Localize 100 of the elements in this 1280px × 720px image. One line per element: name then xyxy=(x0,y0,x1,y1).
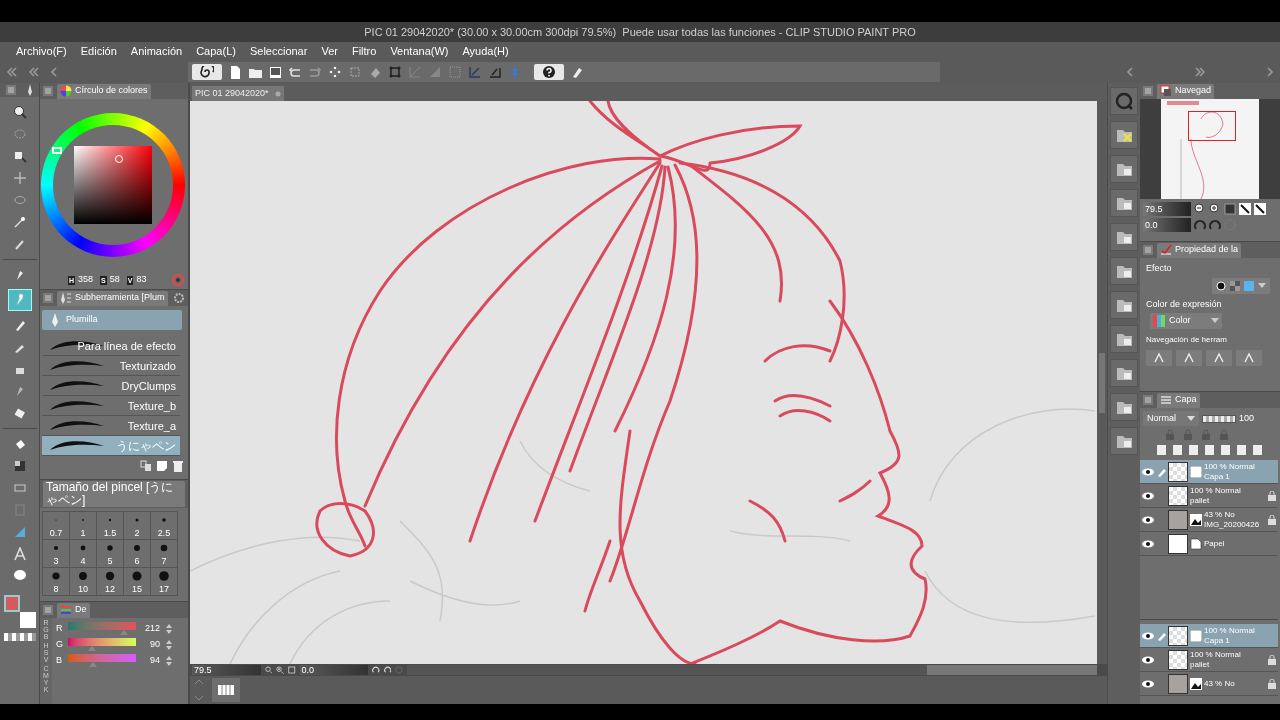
panel-button[interactable] xyxy=(1110,189,1138,217)
panel-tab[interactable]: Círculo de colores xyxy=(57,83,151,99)
ruler-snap-icon[interactable] xyxy=(488,65,502,79)
brush-size-cell[interactable]: 2 xyxy=(124,512,151,540)
timeline-button[interactable] xyxy=(212,678,240,702)
panel-button[interactable] xyxy=(1110,359,1138,387)
layer-row[interactable]: 100 % Normal pallet xyxy=(1140,648,1278,672)
eye-icon[interactable] xyxy=(1142,491,1154,500)
menu-item[interactable]: Capa(L) xyxy=(196,43,236,60)
panel-tab[interactable]: Propiedad de la xyxy=(1157,242,1242,258)
color-slider-track[interactable] xyxy=(68,638,136,652)
document-tab[interactable]: PIC 01 29042020* xyxy=(192,86,284,101)
layer-row[interactable]: 43 % No IMG_20200426 xyxy=(1140,508,1278,532)
eye-icon[interactable] xyxy=(1142,655,1154,664)
tool-navigation-button[interactable] xyxy=(1236,350,1262,366)
collapse-icon[interactable] xyxy=(28,66,40,78)
panel-button[interactable] xyxy=(1110,87,1138,115)
brush-size-cell[interactable]: 1.5 xyxy=(97,512,124,540)
redo-icon[interactable] xyxy=(308,65,322,79)
copy-icon[interactable] xyxy=(140,460,152,472)
brush-size-cell[interactable]: 0.7 xyxy=(43,512,70,540)
transform-icon[interactable] xyxy=(388,65,402,79)
transparent-swatch[interactable] xyxy=(3,633,36,641)
sub-color-swatch[interactable] xyxy=(19,612,36,628)
brush-icon[interactable] xyxy=(570,65,584,79)
scroll-arrows-icon[interactable] xyxy=(194,678,204,702)
expression-dropdown[interactable]: Color xyxy=(1150,313,1222,329)
spinner-icon[interactable] xyxy=(166,640,172,650)
hue-handle[interactable] xyxy=(52,147,62,154)
panel-menu-icon[interactable] xyxy=(5,85,16,95)
fit-icon[interactable] xyxy=(1224,203,1236,215)
opacity-fill[interactable] xyxy=(1203,415,1235,422)
eye-icon[interactable] xyxy=(1142,631,1154,640)
rotate-right-icon[interactable] xyxy=(1209,219,1221,231)
number-field[interactable]: 0.0 xyxy=(299,665,369,675)
blend-mode-dropdown[interactable]: Normal xyxy=(1143,411,1199,426)
brush-size-cell[interactable]: 1 xyxy=(70,512,97,540)
color-slider-track[interactable] xyxy=(68,654,136,668)
layer-row[interactable]: 100 % Normal pallet xyxy=(1140,484,1278,508)
panel-button[interactable] xyxy=(1110,223,1138,251)
viewport-frame[interactable] xyxy=(1188,111,1236,141)
menu-item[interactable]: Filtro xyxy=(351,43,377,60)
new-file-icon[interactable] xyxy=(156,460,168,472)
brush-size-cell[interactable]: 12 xyxy=(97,568,124,596)
eye-icon[interactable] xyxy=(1142,539,1154,548)
panel-tab[interactable]: Capa xyxy=(1157,392,1200,408)
lock-icon[interactable] xyxy=(1268,678,1276,689)
angle-field[interactable]: 0.0 xyxy=(1143,218,1191,232)
tool-navigation-button[interactable] xyxy=(1176,350,1202,366)
effect-selector[interactable] xyxy=(1212,277,1270,294)
brush-size-cell[interactable]: 3 xyxy=(43,540,70,568)
lock-icon[interactable] xyxy=(1268,514,1276,525)
eye-icon[interactable] xyxy=(1142,679,1154,688)
color-slider-track[interactable] xyxy=(68,622,136,636)
tool-navigation-button[interactable] xyxy=(1146,350,1172,366)
collapse-icon[interactable] xyxy=(6,66,18,78)
menu-item[interactable]: Ventana(W) xyxy=(390,43,449,60)
chevron-left-icon[interactable] xyxy=(1126,66,1134,78)
menu-item[interactable]: Seleccionar xyxy=(249,43,308,60)
main-color-swatch[interactable] xyxy=(3,595,20,612)
layer-row[interactable]: 43 % No xyxy=(1140,672,1278,696)
zoom-field[interactable]: 79.5 xyxy=(1143,202,1191,216)
panel-button[interactable] xyxy=(1110,257,1138,285)
panel-button[interactable] xyxy=(1110,427,1138,455)
brush-size-cell[interactable]: 8 xyxy=(43,568,70,596)
brush-size-cell[interactable]: 15 xyxy=(124,568,151,596)
lock-icon[interactable] xyxy=(1268,490,1276,501)
tool-navigation-button[interactable] xyxy=(1206,350,1232,366)
rotate-left-icon[interactable] xyxy=(372,665,380,675)
eye-icon[interactable] xyxy=(1142,515,1154,524)
layer-row[interactable]: 100 % Normal Capa 1 xyxy=(1140,460,1278,484)
lock-icon[interactable] xyxy=(1268,654,1276,665)
panel-button[interactable] xyxy=(1110,393,1138,421)
menu-item[interactable]: Animación xyxy=(130,43,183,60)
chevron-left-icon[interactable] xyxy=(50,66,58,78)
eye-icon[interactable] xyxy=(1142,467,1154,476)
menu-item[interactable]: Ver xyxy=(321,43,338,60)
zoom-out-icon[interactable] xyxy=(1194,203,1206,215)
panel-tab[interactable]: Navegad xyxy=(1157,83,1215,99)
spinner-icon[interactable] xyxy=(166,624,172,634)
subtool-group-button[interactable]: Plumilla xyxy=(42,310,182,330)
brush-size-cell[interactable]: 6 xyxy=(124,540,151,568)
app-button[interactable] xyxy=(192,64,222,80)
menu-item[interactable]: Archivo(F) xyxy=(16,43,67,60)
panel-tab[interactable]: Subherramienta [Plum xyxy=(57,290,168,306)
brush-size-cell[interactable]: 7 xyxy=(151,540,178,568)
color-wheel-icon[interactable] xyxy=(172,274,184,286)
brush-size-cell[interactable]: 10 xyxy=(70,568,97,596)
menu-item[interactable]: Ayuda(H) xyxy=(462,43,509,60)
spinner-icon[interactable] xyxy=(166,656,172,666)
flip-icon[interactable] xyxy=(1254,203,1266,215)
number-field[interactable]: 79.5 xyxy=(192,665,261,675)
brush-size-cell[interactable]: 2.5 xyxy=(151,512,178,540)
help-button[interactable] xyxy=(534,64,564,80)
menu-item[interactable]: Edición xyxy=(80,43,117,60)
expand-icon[interactable] xyxy=(1194,66,1206,78)
slider-thumb[interactable] xyxy=(89,662,98,667)
new-file-icon[interactable] xyxy=(228,65,242,79)
save-icon[interactable] xyxy=(268,65,282,79)
undo-icon[interactable] xyxy=(288,65,302,79)
